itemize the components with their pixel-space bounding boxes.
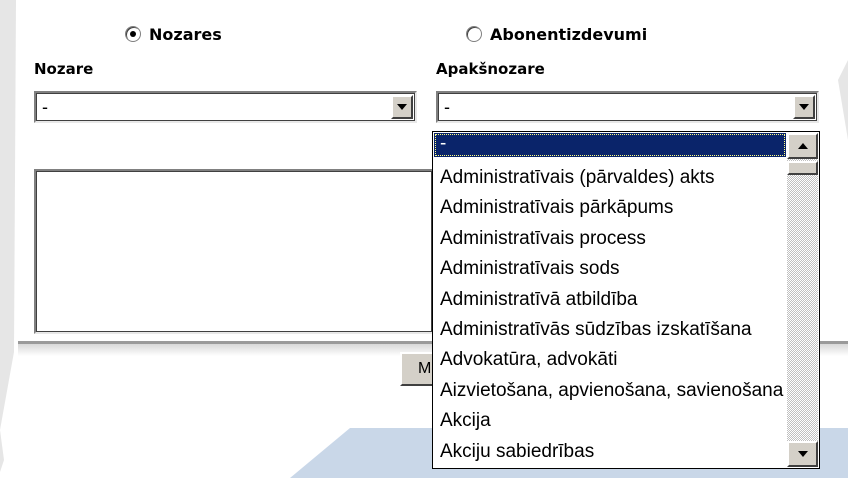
chevron-up-icon xyxy=(797,143,808,149)
dropdown-option[interactable]: Administratīvās sūdzības izskatīšana xyxy=(434,315,786,345)
dropdown-option[interactable]: Aizvietošana, apvienošana, savienošana xyxy=(434,376,786,406)
dropdown-option[interactable]: Administratīvais pārkāpums xyxy=(434,193,786,223)
dropdown-option[interactable]: Administratīvais sods xyxy=(434,254,786,284)
radio-abonentizdevumi-control[interactable] xyxy=(466,26,482,42)
dropdown-option[interactable]: Advokatūra, advokāti xyxy=(434,345,786,375)
scroll-down-button[interactable] xyxy=(787,441,818,467)
apaksnozare-dropdown-list[interactable]: - Administratīvais (pārvaldes) akts Admini… xyxy=(432,131,820,469)
chevron-down-icon xyxy=(397,104,407,110)
radio-abonentizdevumi-label: Abonentizdevumi xyxy=(490,24,648,44)
radio-nozares[interactable]: Nozares xyxy=(125,23,222,45)
apaksnozare-select[interactable]: - xyxy=(436,91,819,123)
chevron-down-icon xyxy=(799,104,809,110)
nozare-select[interactable]: - xyxy=(34,91,417,123)
apaksnozare-dropdown-button[interactable] xyxy=(793,95,815,119)
dropdown-scrollbar[interactable] xyxy=(787,133,818,467)
nozare-label: Nozare xyxy=(34,60,94,78)
radio-nozares-label: Nozares xyxy=(149,24,222,44)
dropdown-option[interactable]: - xyxy=(434,133,786,157)
scroll-up-button[interactable] xyxy=(787,133,818,159)
results-textarea[interactable] xyxy=(34,169,434,334)
chevron-down-icon xyxy=(797,451,808,457)
dropdown-option[interactable]: Administratīvā atbildība xyxy=(434,285,786,315)
dropdown-option[interactable]: Administratīvais process xyxy=(434,224,786,254)
dropdown-option[interactable]: Akcija xyxy=(434,406,786,436)
dropdown-option[interactable]: Administratīvais (pārvaldes) akts xyxy=(434,163,786,193)
dropdown-option[interactable]: Akciju sabiedrības xyxy=(434,437,786,467)
apaksnozare-select-value: - xyxy=(444,97,450,117)
nozare-dropdown-button[interactable] xyxy=(391,95,413,119)
apaksnozare-label: Apakšnozare xyxy=(436,60,545,78)
radio-abonentizdevumi[interactable]: Abonentizdevumi xyxy=(466,23,647,45)
scrollbar-thumb[interactable] xyxy=(787,161,818,175)
dropdown-options: - Administratīvais (pārvaldes) akts Admini… xyxy=(434,133,786,467)
nozare-select-value: - xyxy=(42,97,48,117)
radio-nozares-control[interactable] xyxy=(125,26,141,42)
